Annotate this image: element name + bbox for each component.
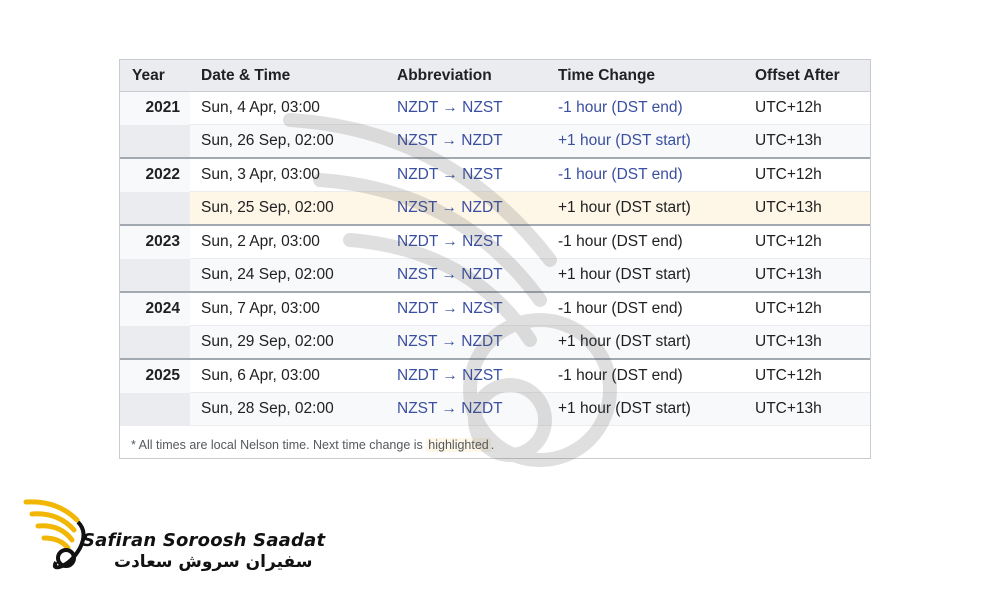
- header-time-change: Time Change: [547, 60, 744, 92]
- offset-cell: UTC+12h: [744, 292, 870, 326]
- brand-name-english: Safiran Soroosh Saadat: [82, 530, 326, 551]
- date-cell: Sun, 7 Apr, 03:00: [190, 292, 386, 326]
- year-cell: 2023: [120, 225, 190, 259]
- year-cell-empty: [120, 325, 190, 360]
- footnote-highlight: highlighted: [426, 438, 491, 452]
- time-change-link[interactable]: -1 hour (DST end): [547, 158, 744, 192]
- abbreviation-link[interactable]: NZST → NZDT: [386, 124, 547, 159]
- abbreviation-link[interactable]: NZDT → NZST: [386, 359, 547, 393]
- abbreviation-link[interactable]: NZST → NZDT: [386, 258, 547, 293]
- offset-cell: UTC+13h: [744, 191, 870, 226]
- year-cell: 2021: [120, 91, 190, 125]
- time-change-table: Year Date & Time Abbreviation Time Chang…: [120, 60, 870, 426]
- date-cell: Sun, 25 Sep, 02:00: [190, 191, 386, 226]
- header-date-time: Date & Time: [190, 60, 386, 92]
- offset-cell: UTC+13h: [744, 325, 870, 360]
- time-change-link[interactable]: +1 hour (DST start): [547, 124, 744, 159]
- time-change-cell: +1 hour (DST start): [547, 191, 744, 226]
- abbreviation-link[interactable]: NZDT → NZST: [386, 225, 547, 259]
- header-year: Year: [120, 60, 190, 92]
- date-cell: Sun, 4 Apr, 03:00: [190, 91, 386, 125]
- table-row: 2022 Sun, 3 Apr, 03:00 NZDT → NZST -1 ho…: [120, 158, 870, 192]
- time-change-cell: -1 hour (DST end): [547, 292, 744, 326]
- header-abbreviation: Abbreviation: [386, 60, 547, 92]
- time-change-cell: +1 hour (DST start): [547, 392, 744, 426]
- date-cell: Sun, 26 Sep, 02:00: [190, 124, 386, 159]
- table-footnote: * All times are local Nelson time. Next …: [120, 426, 870, 464]
- year-cell: 2024: [120, 292, 190, 326]
- date-cell: Sun, 6 Apr, 03:00: [190, 359, 386, 393]
- table-row: 2024 Sun, 7 Apr, 03:00 NZDT → NZST -1 ho…: [120, 292, 870, 326]
- footnote-suffix: .: [490, 438, 495, 452]
- brand-name-persian: سفیران سروش سعادت: [114, 552, 313, 572]
- abbreviation-link[interactable]: NZST → NZDT: [386, 392, 547, 426]
- abbreviation-link[interactable]: NZDT → NZST: [386, 158, 547, 192]
- table-row: 2025 Sun, 6 Apr, 03:00 NZDT → NZST -1 ho…: [120, 359, 870, 393]
- year-cell-empty: [120, 191, 190, 226]
- date-cell: Sun, 29 Sep, 02:00: [190, 325, 386, 360]
- table-row: 2023 Sun, 2 Apr, 03:00 NZDT → NZST -1 ho…: [120, 225, 870, 259]
- offset-cell: UTC+12h: [744, 158, 870, 192]
- time-change-cell: +1 hour (DST start): [547, 258, 744, 293]
- year-cell-empty: [120, 392, 190, 426]
- footnote-text: * All times are local Nelson time. Next …: [131, 438, 423, 452]
- header-offset-after: Offset After: [744, 60, 870, 92]
- date-cell: Sun, 24 Sep, 02:00: [190, 258, 386, 293]
- table-header-row: Year Date & Time Abbreviation Time Chang…: [120, 60, 870, 92]
- time-change-cell: +1 hour (DST start): [547, 325, 744, 360]
- table-row: Sun, 26 Sep, 02:00 NZST → NZDT +1 hour (…: [120, 124, 870, 159]
- year-cell: 2025: [120, 359, 190, 393]
- time-change-cell: -1 hour (DST end): [547, 225, 744, 259]
- time-change-table-container: Year Date & Time Abbreviation Time Chang…: [119, 59, 871, 459]
- table-row: 2021 Sun, 4 Apr, 03:00 NZDT → NZST -1 ho…: [120, 91, 870, 125]
- abbreviation-link[interactable]: NZDT → NZST: [386, 91, 547, 125]
- table-row: Sun, 29 Sep, 02:00 NZST → NZDT +1 hour (…: [120, 325, 870, 360]
- time-change-link[interactable]: -1 hour (DST end): [547, 91, 744, 125]
- year-cell-empty: [120, 258, 190, 293]
- offset-cell: UTC+13h: [744, 258, 870, 293]
- date-cell: Sun, 28 Sep, 02:00: [190, 392, 386, 426]
- table-row-highlighted: Sun, 25 Sep, 02:00 NZST → NZDT +1 hour (…: [120, 191, 870, 226]
- year-cell-empty: [120, 124, 190, 159]
- time-change-cell: -1 hour (DST end): [547, 359, 744, 393]
- offset-cell: UTC+12h: [744, 225, 870, 259]
- offset-cell: UTC+12h: [744, 359, 870, 393]
- offset-cell: UTC+13h: [744, 392, 870, 426]
- abbreviation-link[interactable]: NZST → NZDT: [386, 325, 547, 360]
- abbreviation-link[interactable]: NZDT → NZST: [386, 292, 547, 326]
- table-row: Sun, 24 Sep, 02:00 NZST → NZDT +1 hour (…: [120, 258, 870, 293]
- date-cell: Sun, 3 Apr, 03:00: [190, 158, 386, 192]
- table-row: Sun, 28 Sep, 02:00 NZST → NZDT +1 hour (…: [120, 392, 870, 426]
- abbreviation-link[interactable]: NZST → NZDT: [386, 191, 547, 226]
- offset-cell: UTC+13h: [744, 124, 870, 159]
- offset-cell: UTC+12h: [744, 91, 870, 125]
- brand-logo: Safiran Soroosh Saadat سفیران سروش سعادت: [22, 492, 325, 582]
- year-cell: 2022: [120, 158, 190, 192]
- date-cell: Sun, 2 Apr, 03:00: [190, 225, 386, 259]
